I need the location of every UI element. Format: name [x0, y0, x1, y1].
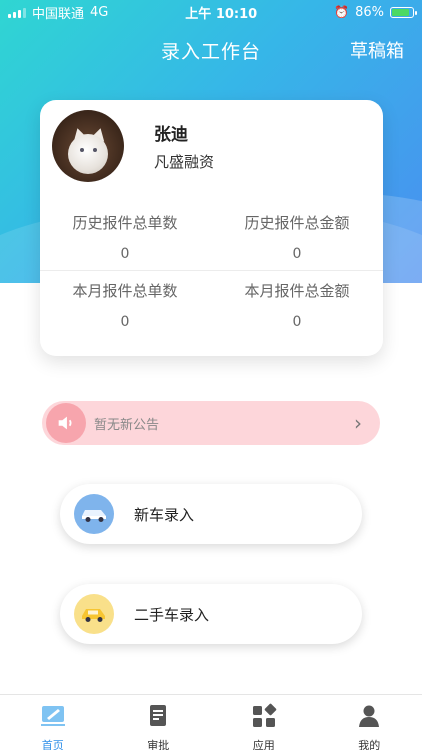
profile-icon — [356, 703, 382, 733]
tab-apps-label: 应用 — [252, 739, 275, 750]
drafts-button[interactable]: 草稿箱 — [350, 37, 404, 63]
stat-value-month-amount: 0 — [292, 314, 302, 330]
approval-icon — [145, 703, 171, 733]
tab-bar: 首页 审批 应用 我的 — [0, 694, 422, 750]
status-bar: 中国联通 4G 上午 10:10 ⏰ 86% — [0, 0, 422, 24]
network-label: 4G — [90, 4, 109, 20]
battery-percent: 86% — [355, 4, 384, 20]
chevron-right-icon: › — [354, 411, 362, 435]
used-car-entry-button[interactable]: 二手车录入 — [60, 584, 362, 644]
stats-divider — [40, 270, 383, 271]
signal-icon — [8, 7, 26, 18]
company-name: 凡盛融资 — [154, 153, 215, 171]
tab-home[interactable]: 首页 — [0, 695, 106, 750]
used-car-label: 二手车录入 — [134, 605, 210, 624]
apps-icon — [251, 703, 277, 733]
stat-label-history-amount: 历史报件总金额 — [244, 214, 350, 232]
car-icon — [74, 494, 114, 534]
tab-home-label: 首页 — [41, 739, 64, 750]
used-car-icon — [74, 594, 114, 634]
announcement-bar[interactable]: 暂无新公告 › — [42, 401, 380, 445]
status-time: 上午 10:10 — [185, 6, 258, 22]
tab-approval-label: 审批 — [147, 739, 170, 750]
new-car-label: 新车录入 — [134, 505, 195, 524]
stat-label-history-count: 历史报件总单数 — [72, 214, 178, 232]
tab-approval[interactable]: 审批 — [106, 695, 212, 750]
user-name: 张迪 — [154, 125, 188, 145]
speaker-icon — [46, 403, 86, 443]
home-icon — [39, 703, 67, 733]
stat-value-history-amount: 0 — [292, 246, 302, 262]
tab-profile[interactable]: 我的 — [317, 695, 422, 750]
battery-icon — [390, 6, 417, 18]
profile-card: 张迪 凡盛融资 历史报件总单数 0 历史报件总金额 0 本月报件总单数 0 本月… — [40, 100, 383, 356]
nav-bar: 录入工作台 草稿箱 — [0, 28, 422, 72]
avatar[interactable] — [52, 110, 124, 182]
new-car-entry-button[interactable]: 新车录入 — [60, 484, 362, 544]
carrier-label: 中国联通 — [32, 6, 85, 22]
stat-value-history-count: 0 — [120, 246, 130, 262]
tab-apps[interactable]: 应用 — [211, 695, 317, 750]
alarm-icon: ⏰ — [334, 5, 350, 19]
tab-profile-label: 我的 — [358, 739, 381, 750]
page-title: 录入工作台 — [160, 40, 261, 63]
stat-label-month-amount: 本月报件总金额 — [244, 282, 350, 300]
announcement-text: 暂无新公告 — [94, 417, 160, 433]
stat-label-month-count: 本月报件总单数 — [72, 282, 178, 300]
stat-value-month-count: 0 — [120, 314, 130, 330]
